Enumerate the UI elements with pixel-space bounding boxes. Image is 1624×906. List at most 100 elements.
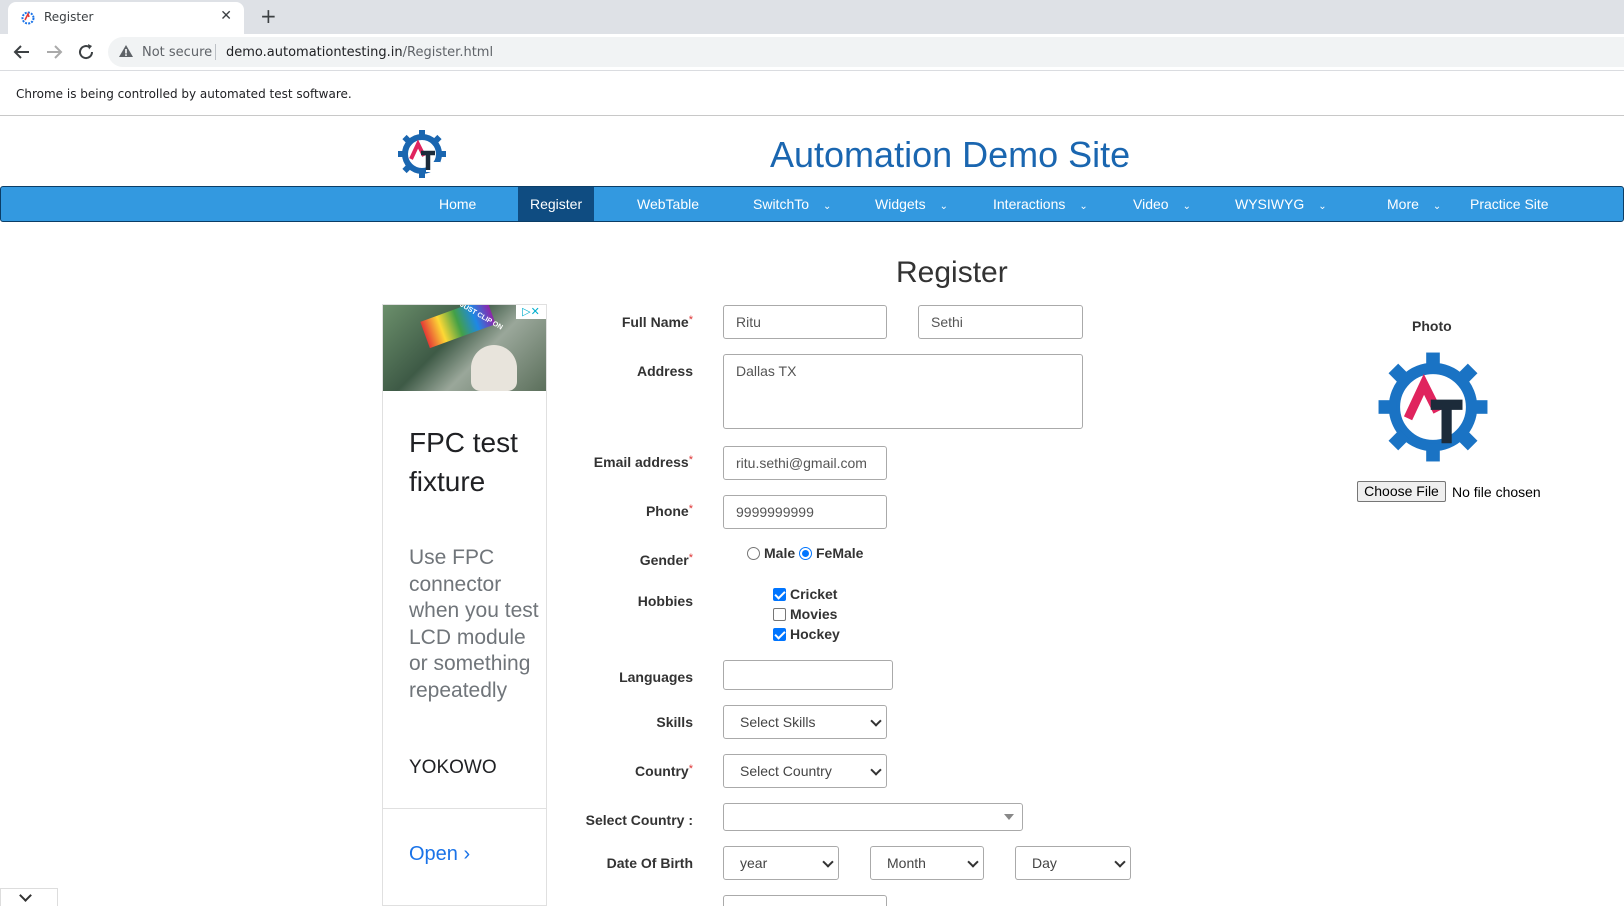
chevron-down-icon: ⌄ xyxy=(1079,201,1088,212)
required-mark: * xyxy=(688,763,693,775)
url-path: /Register.html xyxy=(402,45,494,60)
hobby-movies-checkbox[interactable] xyxy=(773,608,786,621)
tab-close-icon[interactable]: ✕ xyxy=(220,8,232,24)
url-host: demo.automationtesting.in xyxy=(226,45,403,60)
nav-practice-site[interactable]: Practice Site xyxy=(1458,187,1561,221)
forward-arrow-icon[interactable] xyxy=(42,40,66,64)
nav-widgets-label: Widgets xyxy=(875,196,926,212)
skills-select[interactable]: Select Skills xyxy=(723,705,887,739)
hobbies-label: Hobbies xyxy=(637,593,693,609)
gender-female-radio[interactable] xyxy=(799,547,812,560)
nav-register[interactable]: Register xyxy=(518,187,594,221)
photo-label: Photo xyxy=(1412,318,1452,334)
ad-image-stripe xyxy=(420,305,496,349)
nav-widgets[interactable]: Widgets ⌄ xyxy=(863,187,960,221)
adchoices-icon[interactable]: ▷✕ xyxy=(516,305,546,319)
chevron-down-icon: ⌄ xyxy=(1432,201,1442,212)
dob-year-value: year xyxy=(740,855,768,871)
gender-female-label[interactable]: FeMale xyxy=(816,545,863,561)
nav-more[interactable]: More ⌄ xyxy=(1375,187,1453,221)
browser-tab[interactable]: Register ✕ xyxy=(8,2,244,34)
hobby-movies-label[interactable]: Movies xyxy=(790,606,837,622)
dob-day-value: Day xyxy=(1032,855,1057,871)
advertisement[interactable]: JUST CLIP ON ▷✕ FPC test fixture Use FPC… xyxy=(382,304,547,906)
country-label: Country* xyxy=(600,763,693,779)
ad-headline[interactable]: FPC test fixture xyxy=(409,423,529,501)
nav-wysiwyg[interactable]: WYSIWYG ⌄ xyxy=(1223,187,1339,221)
site-title: Automation Demo Site xyxy=(770,134,1131,175)
skills-select-value: Select Skills xyxy=(740,714,816,730)
required-mark: * xyxy=(688,314,693,326)
chevron-down-icon xyxy=(870,715,882,727)
omnibox-divider xyxy=(215,44,216,60)
ad-image-hand xyxy=(471,345,517,391)
site-favicon-icon xyxy=(21,11,35,25)
no-file-label: No file chosen xyxy=(1452,484,1541,500)
password-input[interactable] xyxy=(723,895,887,906)
email-label: Email address* xyxy=(560,454,693,470)
phone-label: Phone* xyxy=(600,503,693,519)
url-text[interactable]: demo.automationtesting.in/Register.html xyxy=(226,45,493,60)
page-content: Automation Demo Site Home Register WebTa… xyxy=(0,116,1624,906)
full-name-label: Full Name* xyxy=(600,314,693,330)
ad-open-button[interactable]: Open › xyxy=(409,843,470,866)
email-label-text: Email address xyxy=(593,454,689,470)
chevron-down-icon xyxy=(870,764,882,776)
nav-video[interactable]: Video ⌄ xyxy=(1121,187,1203,221)
gender-male-label[interactable]: Male xyxy=(764,545,795,561)
gender-label: Gender* xyxy=(600,552,693,568)
dob-year-select[interactable]: year xyxy=(723,846,839,880)
page-title: Register xyxy=(896,256,1008,289)
hobby-cricket-label[interactable]: Cricket xyxy=(790,586,837,602)
last-name-input[interactable]: Sethi xyxy=(918,305,1083,339)
languages-label: Languages xyxy=(619,669,693,685)
email-input[interactable]: ritu.sethi@gmail.com xyxy=(723,446,887,480)
hobby-hockey-checkbox[interactable] xyxy=(773,628,786,641)
nav-home[interactable]: Home xyxy=(427,187,488,221)
nav-switchto-label: SwitchTo xyxy=(753,196,810,212)
hobby-cricket-checkbox[interactable] xyxy=(773,588,786,601)
dob-label: Date Of Birth xyxy=(606,855,693,871)
nav-switchto[interactable]: SwitchTo ⌄ xyxy=(741,187,843,221)
back-arrow-icon[interactable] xyxy=(10,40,34,64)
nav-interactions[interactable]: Interactions ⌄ xyxy=(981,187,1100,221)
ad-brand[interactable]: YOKOWO xyxy=(409,757,497,779)
address-label: Address xyxy=(636,363,693,379)
select-country-label: Select Country : xyxy=(585,812,693,828)
address-bar[interactable]: Not secure demo.automationtesting.in/Reg… xyxy=(108,37,1624,67)
chevron-down-icon xyxy=(1114,856,1126,868)
languages-multiselect[interactable] xyxy=(723,660,893,690)
first-name-input[interactable]: Ritu xyxy=(723,305,887,339)
ad-body[interactable]: Use FPC connector when you test LCD modu… xyxy=(409,545,539,704)
chevron-down-icon xyxy=(822,856,834,868)
select-country-combobox[interactable] xyxy=(723,803,1023,831)
nav-wysiwyg-label: WYSIWYG xyxy=(1235,196,1305,212)
dob-month-select[interactable]: Month xyxy=(870,846,984,880)
gender-male-radio[interactable] xyxy=(747,547,760,560)
reload-icon[interactable] xyxy=(74,40,98,64)
country-select[interactable]: Select Country xyxy=(723,754,887,788)
phone-input[interactable]: 9999999999 xyxy=(723,495,887,529)
browser-toolbar: Not secure demo.automationtesting.in/Reg… xyxy=(0,34,1624,70)
required-mark: * xyxy=(688,552,693,564)
full-name-label-text: Full Name xyxy=(621,314,689,330)
hobby-hockey-label[interactable]: Hockey xyxy=(790,626,840,642)
nav-video-label: Video xyxy=(1133,196,1169,212)
new-tab-icon[interactable]: + xyxy=(260,4,277,28)
chevron-down-icon: ⌄ xyxy=(1318,201,1327,212)
infobar-text: Chrome is being controlled by automated … xyxy=(16,87,352,101)
country-select-value: Select Country xyxy=(740,763,832,779)
required-mark: * xyxy=(688,454,693,466)
phone-label-text: Phone xyxy=(645,503,689,519)
choose-file-button[interactable]: Choose File xyxy=(1357,481,1446,502)
chevron-down-icon: ⌄ xyxy=(823,201,832,212)
address-textarea[interactable]: Dallas TX xyxy=(723,354,1083,429)
nav-webtable[interactable]: WebTable xyxy=(625,187,711,221)
browser-tab-strip: Register ✕ + xyxy=(0,0,1624,34)
scroll-down-button[interactable] xyxy=(0,888,58,906)
not-secure-label[interactable]: Not secure xyxy=(142,45,212,60)
nav-interactions-label: Interactions xyxy=(993,196,1066,212)
tab-title: Register xyxy=(44,10,94,24)
chevron-down-icon xyxy=(967,856,979,868)
dob-day-select[interactable]: Day xyxy=(1015,846,1131,880)
